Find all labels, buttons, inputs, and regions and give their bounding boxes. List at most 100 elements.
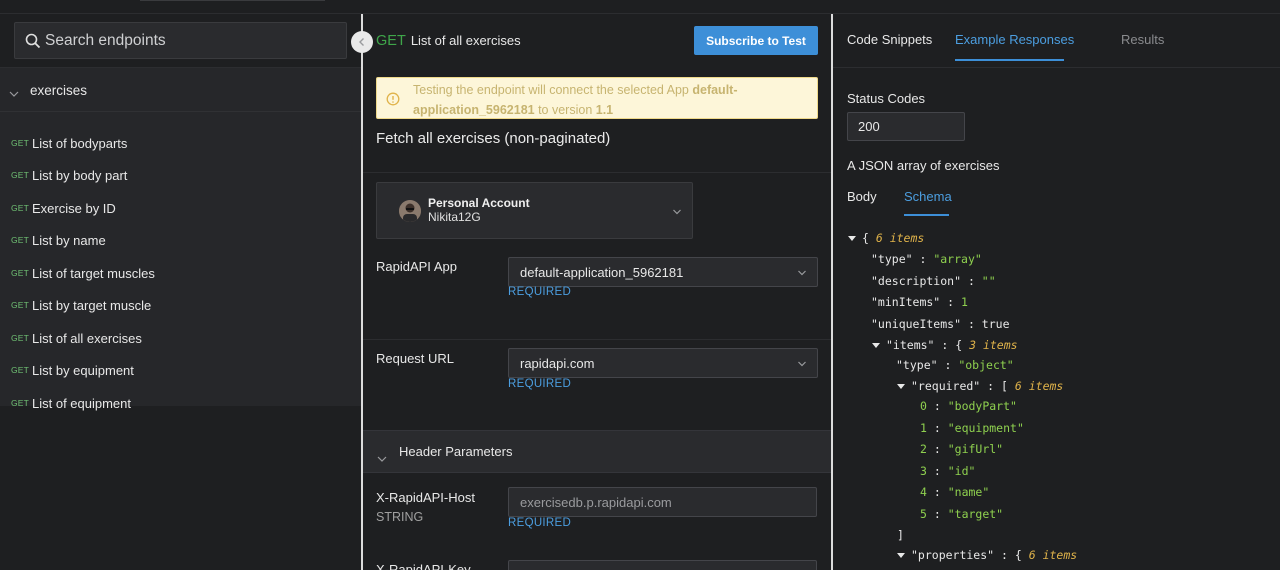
key-param-input[interactable] xyxy=(508,560,817,570)
status-code-value: 200 xyxy=(858,119,880,134)
endpoint-name: Exercise by ID xyxy=(32,200,116,216)
collapse-triangle-icon xyxy=(848,236,856,241)
schema-line: "minItems" : 1 xyxy=(871,295,968,309)
schema-line: "uniqueItems" : true xyxy=(871,317,1010,331)
schema-line: "description" : "" xyxy=(871,274,996,288)
schema-line: 4 : "name" xyxy=(920,485,990,499)
chevron-down-icon xyxy=(798,361,806,367)
endpoint-name: List by name xyxy=(32,232,106,248)
warning-text: Testing the endpoint will connect the se… xyxy=(413,81,813,120)
endpoint-title-text: List of all exercises xyxy=(410,33,521,48)
endpoint-name: List of all exercises xyxy=(32,330,142,346)
group-header-exercises[interactable]: exercises xyxy=(0,68,361,112)
search-icon xyxy=(25,33,41,48)
endpoint-item-active[interactable]: GET List of all exercises xyxy=(0,322,361,354)
method-badge: GET xyxy=(11,268,30,278)
host-param-label: X-RapidAPI-Host xyxy=(376,490,475,505)
method-badge: GET xyxy=(11,170,30,180)
schema-items-node[interactable]: "items" : { 3 items xyxy=(872,336,1018,354)
method-badge: GET xyxy=(11,235,30,245)
schema-root[interactable]: { 6 items xyxy=(848,229,924,247)
warning-text-part: to version xyxy=(534,102,596,117)
chevron-down-icon xyxy=(377,456,387,462)
warning-version: 1.1 xyxy=(595,102,614,117)
schema-line: 2 : "gifUrl" xyxy=(920,442,1004,456)
schema-line: 1 : "equipment" xyxy=(920,421,1024,435)
tab-example-responses[interactable]: Example Responses xyxy=(955,32,1074,47)
divider xyxy=(363,172,831,173)
subscribe-button[interactable]: Subscribe to Test xyxy=(694,26,818,55)
method-badge: GET xyxy=(11,365,30,375)
top-strip xyxy=(0,0,1280,14)
endpoint-item[interactable]: GET List by equipment xyxy=(0,354,361,386)
active-tab-indicator xyxy=(955,59,1064,61)
host-param-input[interactable]: exercisedb.p.rapidapi.com xyxy=(508,487,817,517)
method-badge: GET xyxy=(11,398,30,408)
endpoint-sidebar: Search endpoints exercises GET List of bo… xyxy=(0,14,361,570)
endpoint-item[interactable]: GET List by name xyxy=(0,224,361,256)
warning-text-part: Testing the endpoint will connect the se… xyxy=(413,83,693,97)
schema-properties-node[interactable]: "properties" : { 6 items xyxy=(897,546,1077,564)
endpoint-item[interactable]: GET Exercise by ID xyxy=(0,192,361,224)
chevron-left-icon xyxy=(359,38,364,46)
required-label: REQUIRED xyxy=(508,517,572,529)
endpoint-item[interactable]: GET List by body part xyxy=(0,159,361,191)
endpoint-name: List of target muscles xyxy=(32,265,155,281)
endpoint-title: GET List of all exercises xyxy=(376,33,521,49)
method-badge: GET xyxy=(11,300,30,310)
chevron-down-icon xyxy=(9,91,19,97)
host-param-value: exercisedb.p.rapidapi.com xyxy=(520,494,672,510)
method-badge: GET xyxy=(11,203,30,213)
chevron-down-icon xyxy=(673,209,681,215)
account-selector[interactable]: Personal Account Nikita12G xyxy=(376,182,693,239)
endpoint-group: exercises GET List of bodyparts GET List b… xyxy=(0,68,361,411)
schema-line: ] xyxy=(897,528,904,542)
collapse-sidebar-button[interactable] xyxy=(351,31,373,53)
method-label: GET xyxy=(376,33,406,49)
request-url-value: rapidapi.com xyxy=(520,355,595,371)
search-placeholder: Search endpoints xyxy=(45,31,166,49)
tab-body[interactable]: Body xyxy=(847,189,877,204)
endpoint-name: List of equipment xyxy=(32,395,132,411)
schema-line: 0 : "bodyPart" xyxy=(920,399,1017,413)
info-icon xyxy=(386,92,400,106)
method-badge: GET xyxy=(11,333,30,343)
endpoint-description: Fetch all exercises (non-paginated) xyxy=(376,130,611,147)
endpoint-name: List by equipment xyxy=(32,362,134,378)
rapidapi-app-label: RapidAPI App xyxy=(376,259,457,274)
response-description: A JSON array of exercises xyxy=(847,158,1000,173)
tab-schema[interactable]: Schema xyxy=(904,189,952,204)
group-label: exercises xyxy=(30,83,88,98)
response-tabs: Code Snippets Example Responses Results xyxy=(833,14,1280,68)
response-panel: Code Snippets Example Responses Results … xyxy=(833,14,1280,570)
endpoint-name: List by body part xyxy=(32,167,128,183)
top-tab-indicator xyxy=(140,0,325,1)
header-parameters-section[interactable]: Header Parameters xyxy=(363,430,831,473)
collapse-triangle-icon xyxy=(872,343,880,348)
request-url-label: Request URL xyxy=(376,351,455,366)
account-title: Personal Account xyxy=(428,196,530,210)
endpoint-detail-panel: GET List of all exercises Subscribe to T… xyxy=(363,14,831,570)
request-url-select[interactable]: rapidapi.com xyxy=(508,348,818,378)
endpoint-item[interactable]: GET List by target muscle xyxy=(0,289,361,321)
key-param-label: X-RapidAPI-Key xyxy=(376,562,471,570)
method-badge: GET xyxy=(11,138,30,148)
required-label: REQUIRED xyxy=(508,286,572,298)
endpoint-item[interactable]: GET List of bodyparts xyxy=(0,127,361,159)
schema-line: 5 : "target" xyxy=(920,507,1004,521)
host-param-type: STRING xyxy=(376,510,424,524)
endpoint-name: List by target muscle xyxy=(32,297,152,313)
rapidapi-app-value: default-application_5962181 xyxy=(520,264,684,280)
status-codes-label: Status Codes xyxy=(847,91,926,106)
endpoint-item[interactable]: GET List of target muscles xyxy=(0,257,361,289)
status-code-select[interactable]: 200 xyxy=(847,112,965,141)
search-endpoints-input[interactable]: Search endpoints xyxy=(14,22,347,59)
tab-results[interactable]: Results xyxy=(1121,32,1164,47)
account-username: Nikita12G xyxy=(428,210,481,224)
endpoint-item[interactable]: GET List of equipment xyxy=(0,387,361,419)
tab-code-snippets[interactable]: Code Snippets xyxy=(847,32,932,47)
schema-required-node[interactable]: "required" : [ 6 items xyxy=(897,377,1063,395)
avatar xyxy=(399,200,421,222)
rapidapi-app-select[interactable]: default-application_5962181 xyxy=(508,257,818,287)
divider xyxy=(363,339,831,340)
